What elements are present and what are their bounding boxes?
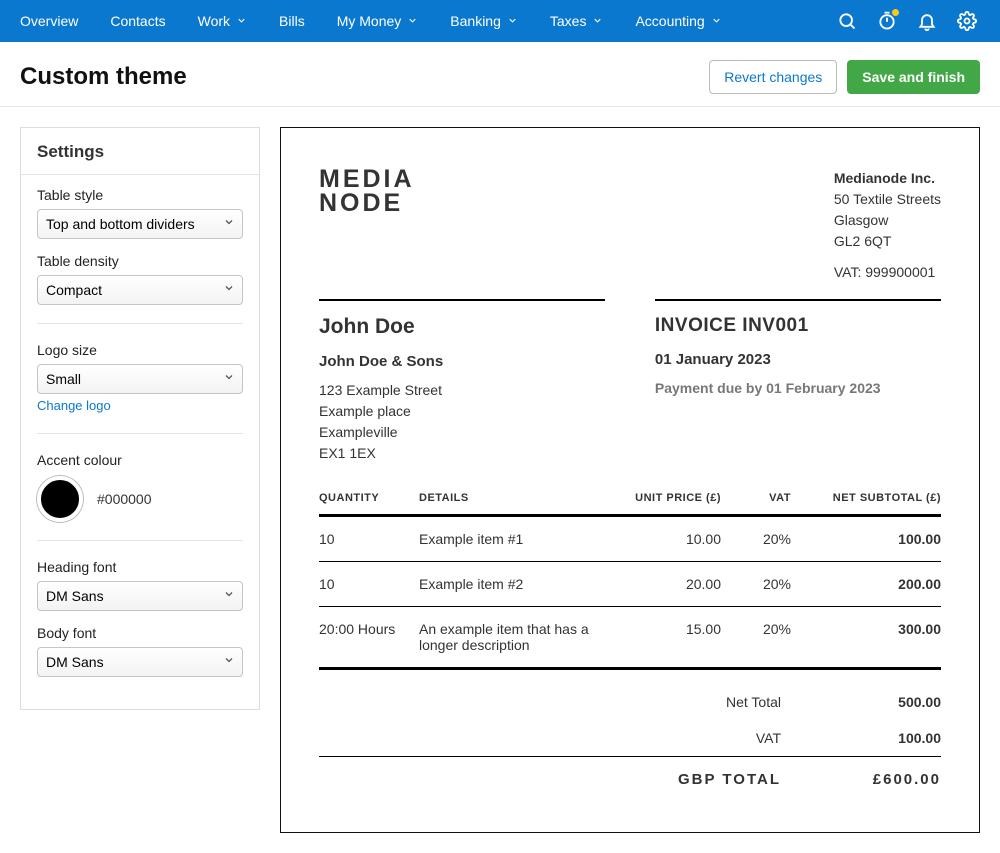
chevron-down-icon: [592, 13, 603, 29]
save-button[interactable]: Save and finish: [847, 60, 980, 94]
change-logo-link[interactable]: Change logo: [37, 398, 111, 413]
bill-to-address: 123 Example Street Example place Example…: [319, 380, 605, 464]
cell-details: Example item #2: [419, 562, 601, 607]
company-logo: MEDIA NODE: [319, 168, 415, 283]
accent-hex-value: #000000: [97, 491, 152, 507]
table-style-label: Table style: [37, 187, 243, 203]
bill-to-name: John Doe: [319, 315, 605, 339]
notification-dot: [892, 9, 899, 16]
company-vat: VAT: 999900001: [834, 262, 941, 283]
nav-icons: [836, 10, 996, 32]
cell-qty: 10: [319, 562, 419, 607]
heading-font-label: Heading font: [37, 559, 243, 575]
nav-item-accounting[interactable]: Accounting: [619, 0, 737, 42]
cell-subtotal: 100.00: [791, 516, 941, 562]
logo-size-label: Logo size: [37, 342, 243, 358]
cell-details: An example item that has a longer descri…: [419, 607, 601, 669]
cell-vat: 20%: [721, 516, 791, 562]
invoice-table: QUANTITY DETAILS UNIT PRICE (£) VAT NET …: [319, 492, 941, 670]
bell-icon[interactable]: [916, 10, 938, 32]
company-addr: 50 Textile Streets: [834, 189, 941, 210]
divider: [37, 323, 243, 324]
top-nav: OverviewContactsWorkBillsMy MoneyBanking…: [0, 0, 1000, 42]
payment-due: Payment due by 01 February 2023: [655, 380, 941, 396]
cell-price: 15.00: [601, 607, 721, 669]
vat-total-value: 100.00: [841, 730, 941, 746]
nav-items-container: OverviewContactsWorkBillsMy MoneyBanking…: [4, 0, 738, 42]
body-font-label: Body font: [37, 625, 243, 641]
cell-price: 10.00: [601, 516, 721, 562]
invoice-date: 01 January 2023: [655, 351, 941, 368]
net-total-label: Net Total: [661, 694, 781, 710]
cell-subtotal: 200.00: [791, 562, 941, 607]
chevron-down-icon: [711, 13, 722, 29]
nav-item-overview[interactable]: Overview: [4, 0, 94, 42]
addr-line: Example place: [319, 401, 605, 422]
accent-colour-label: Accent colour: [37, 452, 243, 468]
accent-colour-swatch[interactable]: [37, 476, 83, 522]
cell-qty: 20:00 Hours: [319, 607, 419, 669]
cell-details: Example item #1: [419, 516, 601, 562]
nav-item-taxes[interactable]: Taxes: [534, 0, 620, 42]
column-header-details: DETAILS: [419, 492, 601, 516]
grand-total-label: GBP TOTAL: [661, 771, 781, 788]
addr-line: 123 Example Street: [319, 380, 605, 401]
company-block: Medianode Inc. 50 Textile Streets Glasgo…: [834, 168, 941, 283]
net-total-value: 500.00: [841, 694, 941, 710]
heading-font-select[interactable]: DM Sans: [37, 581, 243, 611]
cell-qty: 10: [319, 516, 419, 562]
cell-vat: 20%: [721, 562, 791, 607]
cell-subtotal: 300.00: [791, 607, 941, 669]
logo-line: NODE: [319, 192, 415, 216]
divider: [37, 433, 243, 434]
grand-total-value: £600.00: [841, 771, 941, 788]
invoice-heading: INVOICE INV001: [655, 315, 941, 337]
revert-button[interactable]: Revert changes: [709, 60, 837, 94]
settings-panel: Settings Table style Top and bottom divi…: [20, 127, 260, 710]
chevron-down-icon: [407, 13, 418, 29]
totals-block: Net Total 500.00 VAT 100.00 GBP TOTAL £6…: [319, 684, 941, 798]
divider: [655, 299, 941, 301]
invoice-preview: MEDIA NODE Medianode Inc. 50 Textile Str…: [280, 127, 980, 833]
company-addr: GL2 6QT: [834, 231, 941, 252]
nav-item-contacts[interactable]: Contacts: [94, 0, 181, 42]
logo-size-select[interactable]: Small: [37, 364, 243, 394]
page-title: Custom theme: [20, 63, 187, 91]
table-style-select[interactable]: Top and bottom dividers: [37, 209, 243, 239]
divider: [37, 540, 243, 541]
table-density-select[interactable]: Compact: [37, 275, 243, 305]
addr-line: Exampleville: [319, 422, 605, 443]
column-header-vat: VAT: [721, 492, 791, 516]
chevron-down-icon: [236, 13, 247, 29]
timer-icon[interactable]: [876, 10, 898, 32]
column-header-price: UNIT PRICE (£): [601, 492, 721, 516]
addr-line: EX1 1EX: [319, 443, 605, 464]
bill-to-company: John Doe & Sons: [319, 353, 605, 370]
chevron-down-icon: [507, 13, 518, 29]
vat-total-label: VAT: [661, 730, 781, 746]
table-density-label: Table density: [37, 253, 243, 269]
nav-item-bills[interactable]: Bills: [263, 0, 321, 42]
cell-price: 20.00: [601, 562, 721, 607]
header-bar: Custom theme Revert changes Save and fin…: [0, 42, 1000, 107]
nav-item-banking[interactable]: Banking: [434, 0, 534, 42]
body-font-select[interactable]: DM Sans: [37, 647, 243, 677]
company-addr: Glasgow: [834, 210, 941, 231]
settings-heading: Settings: [21, 128, 259, 175]
table-row: 20:00 HoursAn example item that has a lo…: [319, 607, 941, 669]
table-row: 10Example item #220.0020%200.00: [319, 562, 941, 607]
table-row: 10Example item #110.0020%100.00: [319, 516, 941, 562]
divider: [319, 299, 605, 301]
header-actions: Revert changes Save and finish: [709, 60, 980, 94]
nav-item-work[interactable]: Work: [182, 0, 263, 42]
company-name: Medianode Inc.: [834, 168, 941, 189]
search-icon[interactable]: [836, 10, 858, 32]
column-header-subtotal: NET SUBTOTAL (£): [791, 492, 941, 516]
cell-vat: 20%: [721, 607, 791, 669]
column-header-qty: QUANTITY: [319, 492, 419, 516]
gear-icon[interactable]: [956, 10, 978, 32]
nav-item-my-money[interactable]: My Money: [321, 0, 435, 42]
